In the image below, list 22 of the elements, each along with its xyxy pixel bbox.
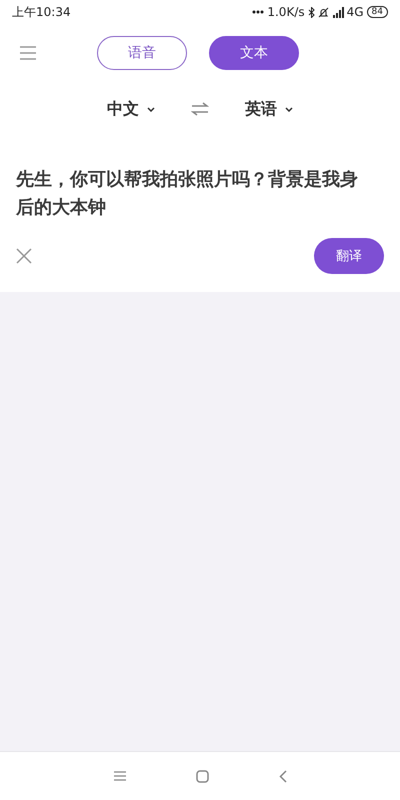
input-text[interactable]: 先生，你可以帮我拍张照片吗？背景是我身后的大本钟 [16, 166, 358, 222]
battery-level: 84 [366, 6, 388, 18]
signal-icon [332, 6, 344, 18]
network-type: 4G [346, 5, 364, 19]
target-language-dropdown[interactable]: 英语 [245, 98, 293, 120]
source-language-dropdown[interactable]: 中文 [107, 98, 155, 120]
home-icon[interactable] [196, 770, 208, 782]
back-icon[interactable] [278, 770, 286, 782]
bluetooth-icon [308, 6, 315, 18]
translate-button[interactable]: 翻译 [314, 238, 384, 274]
status-time: 上午10:34 [12, 4, 71, 20]
mode-tab[interactable]: 语音 [97, 36, 187, 70]
mode-tab[interactable]: 文本 [209, 36, 299, 70]
network-speed-text: 1.0K/s [267, 5, 305, 19]
menu-icon[interactable] [20, 46, 36, 60]
chevron-down-icon [147, 106, 155, 112]
menu-icon[interactable] [114, 771, 126, 781]
chevron-down-icon [285, 106, 293, 112]
more-icon [252, 10, 264, 14]
muted-bell-icon [318, 6, 329, 18]
clear-icon[interactable] [16, 248, 32, 264]
swap-icon[interactable] [191, 102, 209, 116]
